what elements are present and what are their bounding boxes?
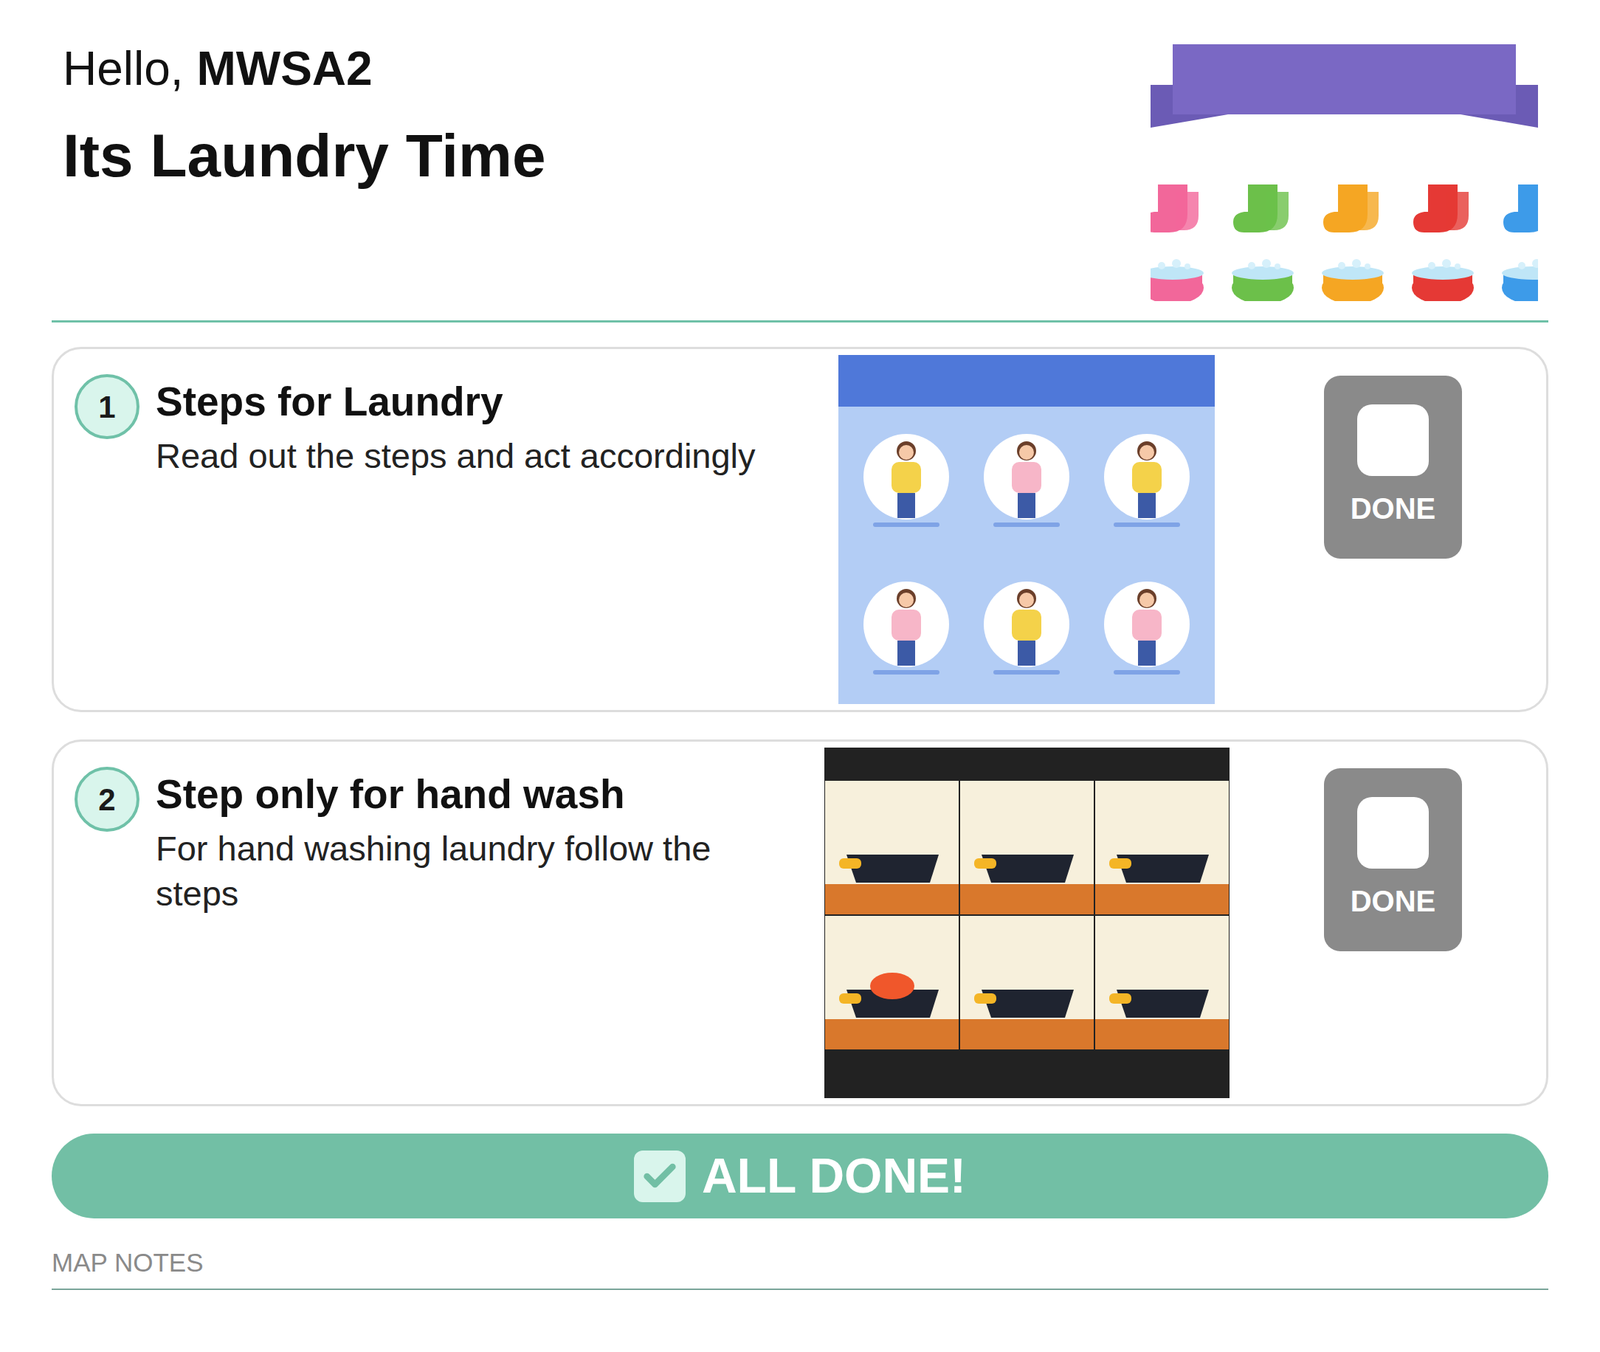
step-title: Step only for hand wash [155, 769, 791, 819]
user-name: MWSA2 [196, 42, 372, 96]
header-text: Hello, MWSA2 Its Laundry Time [51, 0, 547, 192]
check-icon [640, 1157, 679, 1196]
done-button-wrap: DONE [1323, 375, 1462, 559]
step-description: For hand washing laundry follow the step… [155, 825, 791, 916]
how-to-wash-picture [838, 354, 1215, 705]
map-notes: MAP NOTES [51, 1243, 1549, 1352]
all-done-button[interactable]: ALL DONE! [51, 1133, 1549, 1219]
step-number-badge: 1 [74, 374, 140, 440]
step-card: 1 Steps for Laundry Read out the steps and… [51, 346, 1549, 713]
step-text: Steps for Laundry Read out the steps and … [155, 374, 771, 479]
step-title: Steps for Laundry [155, 377, 756, 426]
step-text-group: 1 Steps for Laundry Read out the steps and… [74, 354, 806, 479]
hand-wash-picture [824, 747, 1230, 1099]
done-checkbox[interactable] [1357, 404, 1429, 477]
laundry-page: Hello, MWSA2Its Laundry Time1Steps for L… [0, 0, 1600, 1352]
done-checkbox[interactable] [1357, 797, 1429, 869]
step-number-badge: 2 [74, 766, 140, 832]
map-notes-label: MAP NOTES [51, 1243, 1549, 1291]
done-button[interactable]: DONE [1323, 768, 1462, 952]
step-picture [805, 354, 1248, 705]
step-list: 1 Steps for Laundry Read out the steps and… [51, 346, 1549, 1107]
step-picture [805, 747, 1248, 1099]
done-button[interactable]: DONE [1323, 375, 1462, 559]
laundry-banner-picture [1150, 40, 1539, 302]
done-label: DONE [1350, 878, 1437, 924]
banner-wrap [1150, 0, 1549, 302]
step-text: Step only for hand wash For hand washing … [155, 766, 806, 916]
step-card: 2 Step only for hand wash For hand washing… [51, 739, 1549, 1107]
greeting-prefix: Hello, [62, 42, 197, 96]
done-button-wrap: DONE [1323, 768, 1462, 952]
greeting: Hello, MWSA2 [62, 40, 547, 98]
page-title: Its Laundry Time [62, 119, 547, 192]
step-description: Read out the steps and act accordingly [155, 433, 756, 479]
all-done-label: ALL DONE! [701, 1139, 967, 1213]
map-notes-field[interactable] [51, 1290, 1549, 1352]
done-label: DONE [1350, 486, 1437, 531]
all-done-check-box [633, 1150, 686, 1203]
step-text-group: 2 Step only for hand wash For hand washing… [74, 747, 806, 916]
page-header: Hello, MWSA2 Its Laundry Time [51, 0, 1549, 323]
